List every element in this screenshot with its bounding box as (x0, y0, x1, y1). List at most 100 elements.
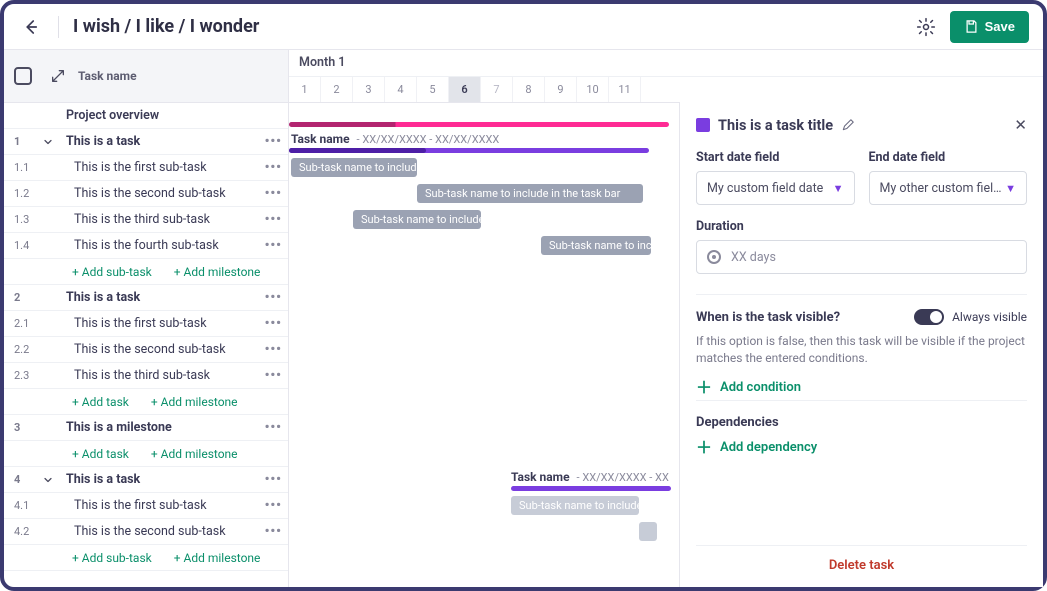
timeline-day[interactable]: 8 (513, 77, 545, 103)
add-milestone-button[interactable]: + Add milestone (151, 395, 238, 409)
row-label: This is a task (66, 290, 258, 305)
panel-title: This is a task title (718, 117, 833, 134)
edit-title-button[interactable] (841, 118, 855, 132)
row-subtask-4-1[interactable]: 4.1 This is the first sub-task ••• (4, 493, 288, 519)
task-list-header: Task name (4, 50, 288, 103)
pencil-icon (841, 118, 855, 132)
add-milestone-button[interactable]: + Add milestone (151, 447, 238, 461)
plus-icon: ＋ (696, 440, 712, 456)
task-list-pane: Task name Project overview 1 This is a t… (4, 50, 289, 587)
delete-task-button[interactable]: Delete task (696, 545, 1027, 577)
expand-icon (50, 68, 66, 84)
timeline-day[interactable]: 1 (289, 77, 321, 103)
row-menu-button[interactable]: ••• (258, 420, 282, 435)
add-milestone-button[interactable]: + Add milestone (174, 551, 261, 565)
add-subtask-button[interactable]: + Add sub-task (72, 265, 152, 279)
add-task-button[interactable]: + Add task (72, 395, 129, 409)
plus-icon: ＋ (696, 380, 712, 396)
duration-label: Duration (696, 219, 1027, 234)
start-date-label: Start date field (696, 150, 855, 165)
start-date-select[interactable]: My custom field date ▼ (696, 171, 855, 205)
gantt-bar-1-1[interactable]: Sub-task name to include… (291, 158, 417, 177)
gantt-bar-4-1[interactable]: Sub-task name to include… (511, 496, 639, 515)
always-visible-label: Always visible (952, 310, 1027, 324)
timeline-day[interactable]: 10 (577, 77, 609, 103)
row-menu-button[interactable]: ••• (258, 212, 282, 227)
page-title: I wish / I like / I wonder (73, 16, 259, 37)
row-subtask-2-3[interactable]: 2.3 This is the third sub-task ••• (4, 363, 288, 389)
row-menu-button[interactable]: ••• (258, 316, 282, 331)
end-date-field-group: End date field My other custom fiel… ▼ (869, 150, 1028, 205)
end-date-select[interactable]: My other custom fiel… ▼ (869, 171, 1028, 205)
row-subtask-2-1[interactable]: 2.1 This is the first sub-task ••• (4, 311, 288, 337)
row-label: This is the second sub-task (66, 342, 258, 357)
expand-all-button[interactable] (50, 68, 72, 84)
row-add-actions: + Add task + Add milestone (4, 389, 288, 415)
gantt-task-label: Task name - XX/XX/XXXX - XX/XX/XXXX (291, 132, 499, 146)
row-menu-button[interactable]: ••• (258, 290, 282, 305)
chevron-down-icon[interactable] (42, 136, 66, 148)
row-task-2[interactable]: 2 This is a task ••• (4, 285, 288, 311)
row-subtask-1-4[interactable]: 1.4 This is the fourth sub-task ••• (4, 233, 288, 259)
separator (58, 16, 59, 38)
add-dependency-button[interactable]: ＋ Add dependency (696, 440, 1027, 456)
row-milestone-3[interactable]: 3 This is a milestone ••• (4, 415, 288, 441)
row-menu-button[interactable]: ••• (258, 368, 282, 383)
save-button[interactable]: Save (950, 11, 1029, 43)
row-project-overview[interactable]: Project overview (4, 103, 288, 129)
timeline-day[interactable]: 7 (481, 77, 513, 103)
row-menu-button[interactable]: ••• (258, 472, 282, 487)
timeline-day[interactable]: 9 (545, 77, 577, 103)
add-task-button[interactable]: + Add task (72, 447, 129, 461)
gantt-bar-1-2[interactable]: Sub-task name to include in the task bar (417, 184, 643, 203)
topbar: I wish / I like / I wonder Save (4, 4, 1043, 50)
timeline-day[interactable]: 11 (609, 77, 641, 103)
add-milestone-button[interactable]: + Add milestone (174, 265, 261, 279)
row-subtask-1-1[interactable]: 1.1 This is the first sub-task ••• (4, 155, 288, 181)
summary-bar-overview[interactable] (289, 122, 669, 127)
summary-bar-task-4[interactable] (511, 486, 671, 491)
chevron-down-icon[interactable] (42, 474, 66, 486)
timeline-day[interactable]: 4 (385, 77, 417, 103)
add-subtask-button[interactable]: + Add sub-task (72, 551, 152, 565)
timeline-header: Month 1 1234567891011 (289, 50, 1043, 103)
timeline-day[interactable]: 3 (353, 77, 385, 103)
duration-field-group: Duration XX days (696, 219, 1027, 274)
summary-bar-task-1[interactable] (289, 148, 649, 153)
row-menu-button[interactable]: ••• (258, 342, 282, 357)
row-label: This is the fourth sub-task (66, 238, 258, 253)
row-task-1[interactable]: 1 This is a task ••• (4, 129, 288, 155)
back-button[interactable] (18, 14, 44, 40)
gantt-bar-1-3[interactable]: Sub-task name to include… (353, 210, 481, 229)
gantt-bar-1-4[interactable]: Sub-task name to include (541, 236, 651, 255)
timeline-day[interactable]: 5 (417, 77, 449, 103)
settings-button[interactable] (912, 13, 940, 41)
row-subtask-4-2[interactable]: 4.2 This is the second sub-task ••• (4, 519, 288, 545)
gantt-task-label: Task name - XX/XX/XXXX - XX (511, 470, 669, 484)
row-add-actions: + Add sub-task + Add milestone (4, 259, 288, 285)
row-menu-button[interactable]: ••• (258, 498, 282, 513)
row-menu-button[interactable]: ••• (258, 524, 282, 539)
row-label: This is the first sub-task (66, 316, 258, 331)
row-label: This is a task (66, 134, 258, 149)
always-visible-toggle[interactable] (914, 309, 944, 325)
close-panel-button[interactable]: ✕ (1014, 116, 1027, 134)
row-subtask-1-3[interactable]: 1.3 This is the third sub-task ••• (4, 207, 288, 233)
timeline-day[interactable]: 6 (449, 77, 481, 103)
row-subtask-1-2[interactable]: 1.2 This is the second sub-task ••• (4, 181, 288, 207)
timeline-day[interactable]: 2 (321, 77, 353, 103)
row-menu-button[interactable]: ••• (258, 186, 282, 201)
duration-input[interactable]: XX days (696, 240, 1027, 274)
add-condition-button[interactable]: ＋ Add condition (696, 380, 1027, 396)
gantt-bar-4-2[interactable] (639, 522, 657, 541)
select-all-checkbox[interactable] (14, 67, 44, 85)
row-subtask-2-2[interactable]: 2.2 This is the second sub-task ••• (4, 337, 288, 363)
row-label: This is the second sub-task (66, 186, 258, 201)
row-menu-button[interactable]: ••• (258, 238, 282, 253)
column-header-task-name: Task name (78, 69, 278, 83)
visibility-section: When is the task visible? Always visible… (696, 294, 1027, 396)
row-task-4[interactable]: 4 This is a task ••• (4, 467, 288, 493)
row-menu-button[interactable]: ••• (258, 134, 282, 149)
target-icon (707, 250, 721, 264)
row-menu-button[interactable]: ••• (258, 160, 282, 175)
